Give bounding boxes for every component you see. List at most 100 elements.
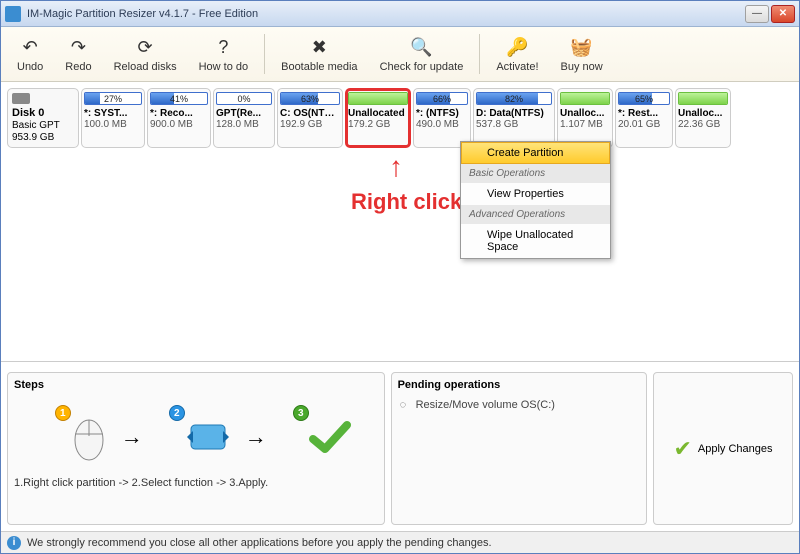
partition-name: Unallocated [348,108,408,119]
partition-1[interactable]: 41%*: Reco...900.0 MB [147,88,211,148]
step-badge-3: 3 [293,405,309,421]
partition-bar [348,92,408,105]
partition-size: 22.36 GB [678,119,728,130]
apply-button[interactable]: ✔ Apply Changes [653,372,793,525]
apply-label: Apply Changes [698,443,773,455]
annotation-arrow: ↑ [389,151,403,183]
mouse-icon [69,412,109,462]
pending-panel: Pending operations Resize/Move volume OS… [391,372,647,525]
steps-title: Steps [14,379,378,391]
partition-size: 537.8 GB [476,119,552,130]
toolbar-bootable-media[interactable]: ✖Bootable media [271,33,367,75]
status-text: We strongly recommend you close all othe… [27,537,492,549]
toolbar-separator [479,34,480,74]
menu-item-icon [465,228,479,242]
partition-bar: 27% [84,92,142,105]
partition-bar: 65% [618,92,670,105]
partition-name: *: SYST... [84,108,142,119]
partition-name: Unalloc... [560,108,610,119]
partition-bar [678,92,728,105]
minimize-button[interactable]: — [745,5,769,23]
partition-size: 490.0 MB [416,119,468,130]
status-bar: i We strongly recommend you close all ot… [1,531,799,553]
partition-bar: 66% [416,92,468,105]
window-buttons: — ✕ [745,5,795,23]
toolbar-label: How to do [199,61,249,73]
cart-icon: 🧺 [570,35,594,59]
disk-size: 953.9 GB [12,132,74,143]
menu-item-wipe-unallocated-space[interactable]: Wipe Unallocated Space [461,224,610,258]
steps-desc: 1.Right click partition -> 2.Select func… [14,477,378,489]
disk-row: Disk 0 Basic GPT 953.9 GB 27%*: SYST...1… [7,88,793,148]
partition-8[interactable]: 65%*: Rest...20.01 GB [615,88,673,148]
partition-bar: 0% [216,92,272,105]
arrow-icon: → [121,424,143,450]
toolbar-undo[interactable]: ↶ Undo [7,33,53,75]
toolbar: ↶ Undo ↷ Redo ⟳Reload disks? How to do ✖Bootab… [1,27,799,82]
redo-icon: ↷ [66,35,90,59]
partition-pct: 65% [619,93,669,105]
check-icon [307,417,351,457]
partition-size: 900.0 MB [150,119,208,130]
disk-icon [12,93,30,104]
partition-bar: 82% [476,92,552,105]
help-icon: ? [211,35,235,59]
partition-name: *: (NTFS) [416,108,468,119]
toolbar-label: Activate! [496,61,538,73]
disk-area: Disk 0 Basic GPT 953.9 GB 27%*: SYST...1… [1,82,799,362]
partition-5[interactable]: 66% *: (NTFS)490.0 MB [413,88,471,148]
steps-diagram: 1 → 2 → 3 [14,397,378,477]
toolbar-reload-disks[interactable]: ⟳Reload disks [104,33,187,75]
partition-pct: 27% [85,93,141,105]
undo-icon: ↶ [18,35,42,59]
partition-pct: 41% [151,93,207,105]
menu-header: Advanced Operations [461,205,610,224]
partition-9[interactable]: Unalloc...22.36 GB [675,88,731,148]
toolbar-check-for-update[interactable]: 🔍Check for update [370,33,474,75]
partition-pct: 63% [281,93,339,105]
toolbar-buy-now[interactable]: 🧺Buy now [551,33,613,75]
toolbar-label: Redo [65,61,91,73]
toolbar-label: Undo [17,61,43,73]
partition-name: GPT(Re... [216,108,272,119]
check-icon: ✔ [673,436,691,462]
partition-name: *: Rest... [618,108,670,119]
partition-pct: 82% [477,93,551,105]
menu-item-icon [466,147,480,161]
partition-0[interactable]: 27% *: SYST...100.0 MB [81,88,145,148]
toolbar-activate-[interactable]: 🔑 Activate! [486,33,548,75]
menu-item-view-properties[interactable]: View Properties [461,183,610,205]
key-icon: 🔑 [505,35,529,59]
step-badge-2: 2 [169,405,185,421]
partition-3[interactable]: 63%C: OS(NTFS)192.9 GB [277,88,343,148]
pending-op[interactable]: Resize/Move volume OS(C:) [398,399,640,411]
partition-2[interactable]: 0% GPT(Re...128.0 MB [213,88,275,148]
partition-name: D: Data(NTFS) [476,108,552,119]
partition-4[interactable]: Unallocated179.2 GB [345,88,411,148]
arrow-icon: → [245,424,267,450]
partition-size: 1.107 MB [560,119,610,130]
menu-item-icon [465,187,479,201]
partition-name: Unalloc... [678,108,728,119]
partition-size: 100.0 MB [84,119,142,130]
disk-info[interactable]: Disk 0 Basic GPT 953.9 GB [7,88,79,148]
partition-pct: 0% [217,93,271,105]
toolbar-label: Check for update [380,61,464,73]
tools-icon: ✖ [307,35,331,59]
partition-6[interactable]: 82% D: Data(NTFS)537.8 GB [473,88,555,148]
partition-bar: 63% [280,92,340,105]
partition-name: C: OS(NTFS) [280,108,340,119]
titlebar: IM-Magic Partition Resizer v4.1.7 - Free… [1,1,799,27]
partition-size: 128.0 MB [216,119,272,130]
toolbar-redo[interactable]: ↷ Redo [55,33,101,75]
partition-7[interactable]: Unalloc...1.107 MB [557,88,613,148]
partition-pct: 66% [417,93,467,105]
toolbar-how-to-do[interactable]: ? How to do [189,33,259,75]
steps-panel: Steps 1 → 2 → 3 1.Right click partition … [7,372,385,525]
menu-item-create-partition[interactable]: Create Partition [461,142,610,164]
disk-name: Disk 0 [12,107,74,119]
reload-icon: ⟳ [133,35,157,59]
step-badge-1: 1 [55,405,71,421]
pending-title: Pending operations [398,379,640,391]
close-button[interactable]: ✕ [771,5,795,23]
